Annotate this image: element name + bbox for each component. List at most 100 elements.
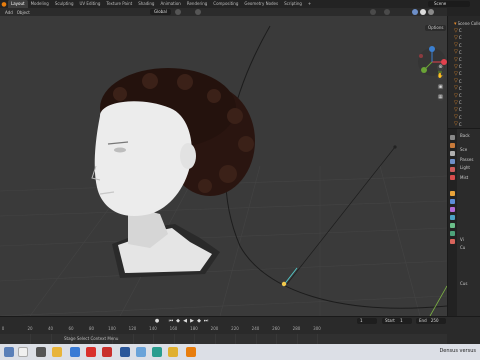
- property-row[interactable]: Light: [460, 165, 470, 171]
- property-row[interactable]: Passes: [460, 157, 473, 163]
- outliner-row[interactable]: ▽ C: [454, 27, 480, 34]
- outliner-row[interactable]: ▾Scene Collection: [454, 20, 480, 27]
- blender-taskbar-icon[interactable]: [186, 347, 196, 357]
- word-icon[interactable]: [120, 347, 130, 357]
- file-explorer-icon[interactable]: [52, 347, 62, 357]
- workspace-tab[interactable]: Scripting: [281, 0, 305, 8]
- light-object[interactable]: [393, 145, 397, 149]
- world-tab-icon[interactable]: [450, 175, 455, 180]
- snap-icon[interactable]: [175, 9, 181, 15]
- outliner-row[interactable]: ▽ C: [454, 49, 480, 56]
- material-tab-icon[interactable]: [450, 239, 455, 244]
- shading-solid-icon[interactable]: [412, 9, 418, 15]
- shading-rendered-icon[interactable]: [428, 9, 434, 15]
- view-layer-tab-icon[interactable]: [450, 159, 455, 164]
- workspace-tab[interactable]: Layout: [8, 0, 28, 8]
- store-icon[interactable]: [136, 347, 146, 357]
- record-icon[interactable]: ●: [154, 318, 160, 324]
- add-menu[interactable]: Add: [3, 10, 15, 15]
- workspace-tab[interactable]: Geometry Nodes: [241, 0, 281, 8]
- navigation-gizmo[interactable]: [418, 46, 447, 76]
- status-hint: Stage Select Context Menu: [64, 336, 119, 341]
- search-icon[interactable]: [18, 347, 28, 357]
- pan-hand-icon[interactable]: ✋: [437, 73, 444, 80]
- workspace-tab[interactable]: +: [305, 0, 314, 8]
- property-row[interactable]: Mist: [460, 175, 468, 181]
- camera-view-icon[interactable]: ▣: [437, 84, 444, 91]
- edge-icon[interactable]: [152, 347, 162, 357]
- outliner-row[interactable]: ▽ C: [454, 42, 480, 49]
- outliner-row[interactable]: ▽ C: [454, 121, 480, 128]
- options-dropdown[interactable]: Options: [425, 25, 447, 31]
- object-triangle-icon: ▽: [454, 114, 458, 121]
- 3d-viewport[interactable]: Options ⊕ ✋ ▣ ▦: [0, 16, 447, 316]
- render-tab-icon[interactable]: [450, 143, 455, 148]
- modifier-tab-icon[interactable]: [450, 199, 455, 204]
- outliner-row[interactable]: ▽ C: [454, 99, 480, 106]
- play-icon[interactable]: ▶: [189, 318, 195, 324]
- constraints-tab-icon[interactable]: [450, 223, 455, 228]
- scene-tab-icon[interactable]: [450, 167, 455, 172]
- mail-icon[interactable]: [70, 347, 80, 357]
- workspace-tab[interactable]: Animation: [157, 0, 183, 8]
- prev-key-icon[interactable]: ◆: [175, 318, 181, 324]
- end-frame-field[interactable]: End 250: [416, 318, 446, 324]
- workspace-tab[interactable]: Shading: [135, 0, 157, 8]
- tool-tab-icon[interactable]: [450, 135, 455, 140]
- start-frame-field[interactable]: Start 1: [382, 318, 412, 324]
- outliner-row[interactable]: ▽ C: [454, 34, 480, 41]
- play-reverse-icon[interactable]: ◀: [182, 318, 188, 324]
- grid-icon[interactable]: ▦: [437, 94, 444, 101]
- property-row[interactable]: Vi: [460, 237, 464, 243]
- output-tab-icon[interactable]: [450, 151, 455, 156]
- outliner-label: C: [458, 85, 462, 91]
- workspace-tab[interactable]: Modeling: [28, 0, 52, 8]
- overlay-icon[interactable]: [370, 9, 376, 15]
- current-frame-field[interactable]: 1: [357, 318, 377, 324]
- workspace-tab[interactable]: Sculpting: [52, 0, 77, 8]
- frame-ruler[interactable]: 0 20 40 60 80 100 120 140 160 180 200 220 240 260 280…: [0, 326, 447, 334]
- property-row[interactable]: Cus: [460, 281, 467, 287]
- outliner-row[interactable]: ▽ C: [454, 70, 480, 77]
- ruler-tick: 140: [149, 326, 157, 331]
- outliner-row[interactable]: ▽ C: [454, 114, 480, 121]
- blender-logo-icon[interactable]: ●: [0, 0, 8, 8]
- face[interactable]: [94, 101, 192, 216]
- outliner-row[interactable]: ▽ C: [454, 63, 480, 70]
- workspace-tab[interactable]: Compositing: [210, 0, 241, 8]
- particles-tab-icon[interactable]: [450, 207, 455, 212]
- property-row[interactable]: Cu: [460, 245, 465, 251]
- shading-material-icon[interactable]: [420, 9, 426, 15]
- pdf-icon[interactable]: [102, 347, 112, 357]
- outliner-row[interactable]: ▽ C: [454, 85, 480, 92]
- outliner-label: C: [458, 42, 462, 48]
- object-menu[interactable]: Object: [15, 10, 32, 15]
- jump-end-icon[interactable]: ⏭: [203, 318, 209, 324]
- physics-tab-icon[interactable]: [450, 215, 455, 220]
- task-view-icon[interactable]: [36, 347, 46, 357]
- data-tab-icon[interactable]: [450, 231, 455, 236]
- outliner-row[interactable]: ▽ C: [454, 56, 480, 63]
- origin-point[interactable]: [281, 281, 287, 287]
- workspace-tab[interactable]: Texture Paint: [103, 0, 135, 8]
- outliner-row[interactable]: ▽ C: [454, 78, 480, 85]
- jump-start-icon[interactable]: ⏮: [168, 318, 174, 324]
- transform-orientation-dropdown[interactable]: Global: [150, 9, 171, 15]
- scene-selector[interactable]: Scene: [428, 1, 470, 7]
- outliner-row[interactable]: ▽ C: [454, 92, 480, 99]
- current-frame-value: 1: [360, 318, 363, 323]
- outliner-row[interactable]: ▽ C: [454, 106, 480, 113]
- start-menu-icon[interactable]: [4, 347, 14, 357]
- proportional-edit-icon[interactable]: [195, 9, 201, 15]
- workspace-tab[interactable]: UV Editing: [77, 0, 104, 8]
- next-key-icon[interactable]: ◆: [196, 318, 202, 324]
- xray-icon[interactable]: [384, 9, 390, 15]
- object-tab-icon[interactable]: [450, 191, 455, 196]
- workspace-tab[interactable]: Rendering: [184, 0, 210, 8]
- ruler-tick: 20: [27, 326, 33, 331]
- property-row[interactable]: Sce: [460, 147, 467, 153]
- chrome-icon[interactable]: [168, 347, 178, 357]
- property-row[interactable]: Back: [460, 133, 470, 139]
- opera-icon[interactable]: [86, 347, 96, 357]
- zoom-icon[interactable]: ⊕: [437, 64, 444, 71]
